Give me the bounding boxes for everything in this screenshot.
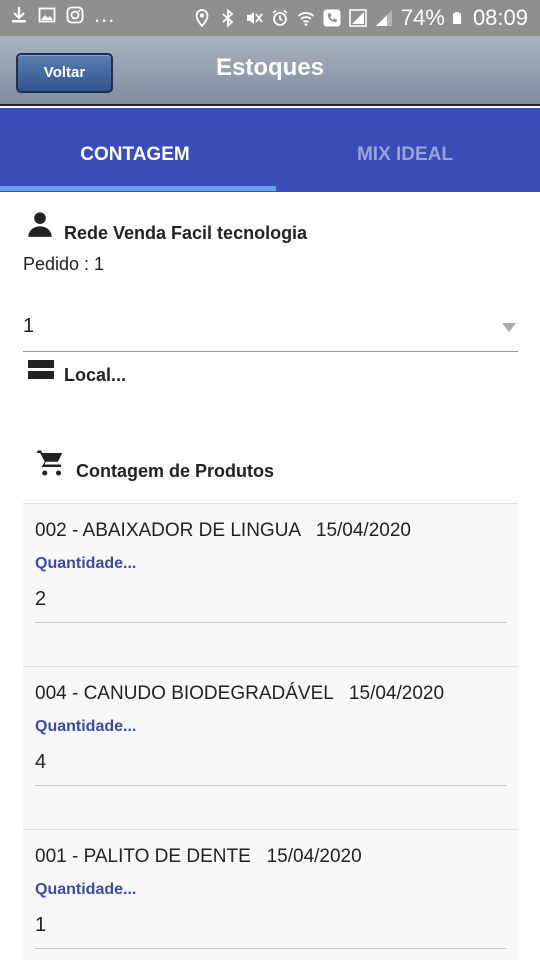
customer-row: Rede Venda Facil tecnologia bbox=[26, 210, 307, 243]
tab-indicator bbox=[0, 186, 276, 191]
product-card: 001 - PALITO DE DENTE 15/04/2020 Quantid… bbox=[23, 829, 518, 960]
quantity-underline bbox=[35, 948, 506, 949]
image-icon bbox=[38, 7, 56, 23]
location-icon bbox=[195, 9, 209, 27]
wifi-icon bbox=[297, 12, 315, 26]
instagram-icon bbox=[66, 6, 84, 24]
order-number: Pedido : 1 bbox=[23, 254, 105, 274]
call-icon bbox=[323, 9, 341, 27]
product-title: 001 - PALITO DE DENTE 15/04/2020 bbox=[35, 846, 362, 867]
download-icon bbox=[12, 7, 26, 23]
quantity-underline bbox=[35, 785, 506, 786]
tab-contagem[interactable]: CONTAGEM bbox=[0, 108, 270, 192]
section-title: Contagem de Produtos bbox=[76, 461, 275, 481]
bluetooth-icon bbox=[222, 9, 234, 27]
status-right: 74% 08:09 bbox=[193, 4, 528, 32]
status-overflow: ... bbox=[94, 2, 116, 27]
data-icon bbox=[349, 9, 367, 27]
signal-icon bbox=[375, 10, 392, 26]
product-title: 002 - ABAIXADOR DE LINGUA 15/04/2020 bbox=[35, 520, 411, 541]
battery-icon bbox=[452, 12, 461, 24]
cart-icon bbox=[37, 450, 63, 476]
quantity-input[interactable]: 4 bbox=[35, 751, 46, 774]
order-select[interactable]: 1 bbox=[23, 305, 518, 352]
local-field[interactable]: Local... bbox=[64, 365, 126, 386]
battery-percent: 74% bbox=[400, 5, 445, 30]
product-title: 004 - CANUDO BIODEGRADÁVEL 15/04/2020 bbox=[35, 683, 445, 704]
dropdown-arrow-icon bbox=[502, 323, 516, 332]
local-row[interactable]: Local... bbox=[28, 358, 126, 385]
status-left: ... bbox=[10, 2, 116, 27]
section-header: Contagem de Produtos bbox=[36, 448, 274, 481]
tab-mix-ideal[interactable]: MIX IDEAL bbox=[270, 108, 540, 192]
quantity-label: Quantidade... bbox=[35, 718, 137, 735]
product-card: 002 - ABAIXADOR DE LINGUA 15/04/2020 Qua… bbox=[23, 503, 518, 666]
product-card: 004 - CANUDO BIODEGRADÁVEL 15/04/2020 Qu… bbox=[23, 666, 518, 829]
quantity-label: Quantidade... bbox=[35, 555, 137, 572]
alarm-icon bbox=[272, 9, 288, 26]
customer-name: Rede Venda Facil tecnologia bbox=[64, 223, 308, 243]
quantity-underline bbox=[35, 622, 506, 623]
person-icon bbox=[28, 212, 52, 237]
quantity-label: Quantidade... bbox=[35, 881, 137, 898]
page-title: Estoques bbox=[215, 54, 325, 81]
order-select-value: 1 bbox=[23, 315, 35, 337]
quantity-input[interactable]: 2 bbox=[35, 588, 46, 611]
app-header: Voltar Estoques bbox=[0, 36, 540, 106]
tab-bar: CONTAGEM MIX IDEAL bbox=[0, 108, 540, 192]
storage-icon bbox=[28, 360, 54, 379]
status-time: 08:09 bbox=[472, 5, 528, 30]
status-bar: ... 74% 08:09 bbox=[0, 0, 540, 36]
quantity-input[interactable]: 1 bbox=[35, 914, 46, 937]
mute-icon bbox=[246, 12, 263, 24]
